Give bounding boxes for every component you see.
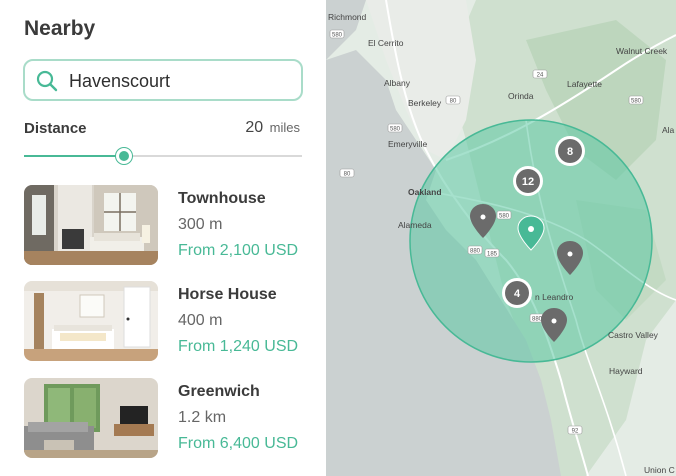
place-label: Ala	[662, 125, 675, 135]
place-label: Richmond	[328, 12, 367, 22]
distance-unit: miles	[269, 120, 300, 135]
listing-distance: 400 m	[178, 312, 223, 329]
listing-info: Townhouse 300 m From 2,100 USD	[178, 190, 298, 260]
place-label: n Leandro	[535, 292, 574, 302]
listing-name: Greenwich	[178, 383, 260, 400]
map-cluster[interactable]: 12	[513, 166, 543, 196]
place-label: El Cerrito	[368, 38, 404, 48]
distance-value: 20	[245, 119, 264, 136]
highway-shield-label: 580	[499, 214, 510, 220]
map-canvas[interactable]: Richmond El Cerrito Albany Berkeley Emer…	[326, 0, 676, 476]
listing-photo-horse-house[interactable]	[24, 281, 158, 361]
place-label: Walnut Creek	[616, 46, 668, 56]
map-view[interactable]: Richmond El Cerrito Albany Berkeley Emer…	[326, 0, 676, 476]
slider-thumb[interactable]	[116, 148, 133, 164]
listing-photo-greenwich[interactable]	[24, 378, 158, 458]
place-label: Orinda	[508, 91, 534, 101]
place-label: Alameda	[398, 220, 432, 230]
listing-price: From 6,400 USD	[178, 435, 299, 452]
search-field[interactable]: Havenscourt	[23, 59, 303, 101]
listing-distance: 300 m	[178, 216, 223, 233]
listing-info: Horse House 400 m From 1,240 USD	[178, 286, 298, 356]
highway-shield-label: 185	[487, 252, 498, 258]
place-label: Oakland	[408, 187, 442, 197]
listing-price: From 1,240 USD	[178, 338, 299, 355]
highway-shield-label: 24	[537, 73, 544, 79]
highway-shield-label: 580	[390, 127, 401, 133]
place-label: Hayward	[609, 366, 643, 376]
listing-item[interactable]: Townhouse 300 m From 2,100 USD	[24, 185, 314, 265]
search-input[interactable]: Havenscourt	[69, 71, 170, 92]
map-cluster[interactable]: 8	[555, 136, 585, 166]
highway-shield-label: 880	[470, 249, 481, 255]
place-label: Union C	[644, 465, 675, 475]
listing-info: Greenwich 1.2 km From 6,400 USD	[178, 383, 298, 453]
listing-distance: 1.2 km	[178, 409, 227, 426]
highway-shield-label: 92	[572, 429, 579, 435]
search-icon	[36, 70, 58, 92]
listing-item[interactable]: Horse House 400 m From 1,240 USD	[24, 281, 314, 361]
highway-shield-label: 580	[332, 33, 343, 39]
map-cluster[interactable]: 4	[502, 278, 532, 308]
cluster-count: 8	[567, 146, 573, 158]
place-label: Emeryville	[388, 139, 427, 149]
place-label: Berkeley	[408, 98, 442, 108]
distance-label: Distance	[24, 120, 87, 137]
cluster-count: 12	[522, 176, 534, 188]
highway-shield-label: 80	[450, 99, 457, 105]
listing-name: Horse House	[178, 286, 277, 303]
highway-shield-label: 80	[344, 172, 351, 178]
listing-name: Townhouse	[178, 190, 266, 207]
nearby-panel: Nearby Havenscourt Distance 20 miles Tow…	[0, 0, 326, 476]
panel-title: Nearby	[24, 17, 96, 40]
place-label: Lafayette	[567, 79, 602, 89]
place-label: Albany	[384, 78, 411, 88]
cluster-count: 4	[514, 288, 521, 300]
distance-slider[interactable]	[24, 148, 302, 164]
distance-readout: 20 miles	[245, 119, 300, 137]
place-label: Castro Valley	[608, 330, 659, 340]
listing-price: From 2,100 USD	[178, 242, 299, 259]
listing-item[interactable]: Greenwich 1.2 km From 6,400 USD	[24, 378, 314, 458]
highway-shield-label: 580	[631, 99, 642, 105]
listing-photo-townhouse[interactable]	[24, 185, 158, 265]
slider-fill	[24, 155, 125, 157]
